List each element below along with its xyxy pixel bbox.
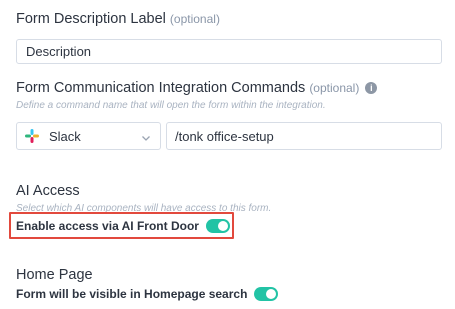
commands-title: Form Communication Integration Commands — [16, 80, 306, 96]
commands-hint: Define a command name that will open the… — [16, 100, 326, 111]
description-label-heading: Form Description Label (optional) — [16, 11, 220, 27]
description-input-value: Description — [26, 44, 92, 59]
optional-tag: (optional) — [309, 81, 360, 95]
homepage-search-row: Form will be visible in Homepage search — [16, 287, 279, 301]
description-input[interactable]: Description — [16, 39, 442, 64]
toggle-knob — [217, 221, 228, 231]
toggle-knob — [266, 289, 277, 299]
ai-front-door-label: Enable access via AI Front Door — [16, 219, 199, 233]
ai-front-door-toggle[interactable] — [205, 219, 230, 233]
command-input[interactable]: /tonk office-setup — [166, 122, 442, 150]
integration-select-value: Slack — [49, 128, 81, 144]
home-page-title: Home Page — [16, 267, 93, 283]
chevron-down-icon — [141, 131, 151, 146]
ai-access-title: AI Access — [16, 183, 80, 199]
ai-front-door-row: Enable access via AI Front Door — [16, 219, 230, 233]
commands-heading: Form Communication Integration Commands(… — [16, 80, 378, 96]
description-label-title: Form Description Label — [16, 11, 166, 27]
homepage-search-toggle[interactable] — [254, 287, 279, 301]
optional-tag: (optional) — [169, 12, 220, 26]
info-icon[interactable]: i — [365, 82, 378, 94]
integration-select[interactable]: Slack — [16, 122, 161, 150]
slack-icon — [25, 129, 39, 143]
command-input-value: /tonk office-setup — [175, 128, 274, 144]
homepage-search-label: Form will be visible in Homepage search — [16, 287, 248, 301]
